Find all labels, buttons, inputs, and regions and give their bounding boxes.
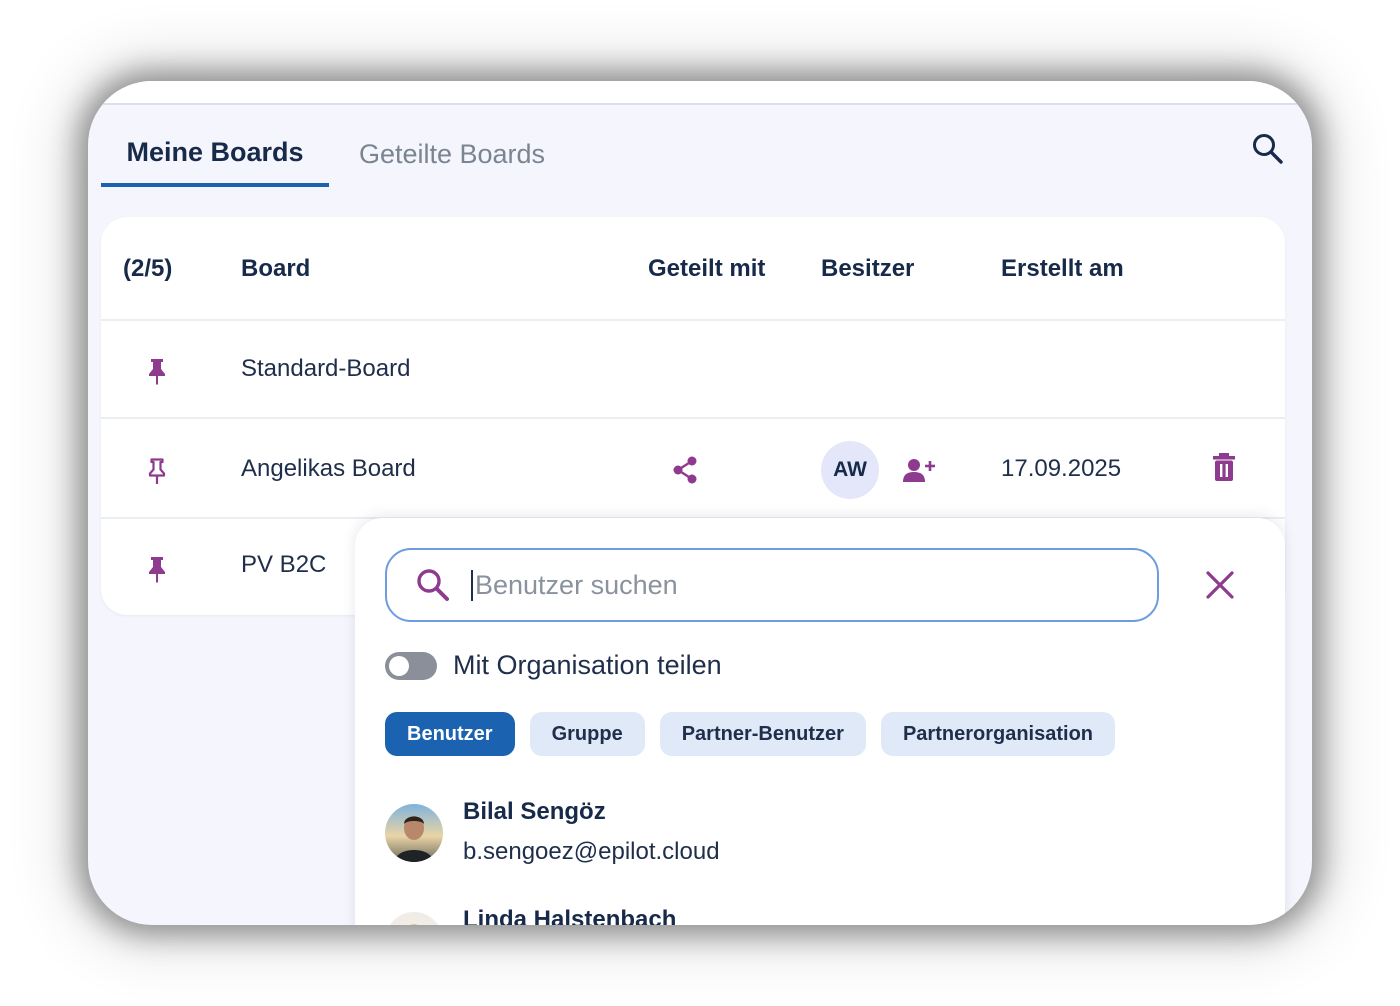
avatar: [385, 804, 443, 862]
user-name: Linda Halstenbach: [463, 906, 677, 925]
column-shared-with: Geteilt mit: [648, 255, 766, 282]
board-name[interactable]: Standard-Board: [241, 355, 410, 383]
board-name[interactable]: PV B2C: [241, 551, 326, 579]
share-with-org-toggle[interactable]: [385, 651, 437, 680]
list-item[interactable]: Bilal Sengöz b.sengoez@epilot.cloud: [385, 798, 720, 866]
owner-avatar: AW: [821, 441, 879, 499]
column-created: Erstellt am: [1001, 255, 1124, 282]
tab-meine-boards[interactable]: Meine Boards: [101, 121, 329, 187]
user-email: b.sengoez@epilot.cloud: [463, 838, 720, 865]
filter-gruppe[interactable]: Gruppe: [529, 712, 645, 756]
filter-partner-benutzer[interactable]: Partner-Benutzer: [659, 712, 866, 756]
board-name[interactable]: Angelikas Board: [241, 455, 416, 483]
app-window: Meine Boards Geteilte Boards (2/5) Board…: [88, 81, 1312, 925]
share-popover: Mit Organisation teilen Benutzer Gruppe …: [355, 518, 1285, 925]
filter-benutzer[interactable]: Benutzer: [385, 712, 515, 756]
column-owner: Besitzer: [821, 255, 915, 282]
table-row[interactable]: Angelikas Board AW 17.09.2025: [101, 421, 1285, 519]
pin-filled-icon[interactable]: [147, 555, 167, 583]
board-tabs: Meine Boards Geteilte Boards: [101, 121, 575, 187]
created-date: 17.09.2025: [1001, 455, 1122, 482]
user-search-box[interactable]: [385, 548, 1159, 622]
table-row[interactable]: Standard-Board: [101, 321, 1285, 419]
search-icon[interactable]: [1250, 131, 1286, 167]
trash-icon[interactable]: [1213, 453, 1235, 481]
filter-partnerorganisation[interactable]: Partnerorganisation: [880, 712, 1116, 756]
share-with-org-label: Mit Organisation teilen: [453, 650, 722, 680]
share-icon[interactable]: [671, 455, 699, 485]
top-divider: [88, 103, 1312, 105]
column-board: Board: [241, 255, 311, 282]
table-header: (2/5) Board Geteilt mit Besitzer Erstell…: [101, 217, 1285, 321]
avatar: [385, 912, 443, 925]
board-count: (2/5): [123, 255, 173, 282]
pin-filled-icon[interactable]: [147, 357, 167, 385]
user-name: Bilal Sengöz: [463, 798, 606, 825]
search-icon: [417, 569, 449, 601]
list-item[interactable]: Linda Halstenbach: [385, 906, 676, 925]
add-user-icon[interactable]: [903, 457, 935, 483]
user-search-input[interactable]: [471, 569, 1111, 601]
share-type-filters: Benutzer Gruppe Partner-Benutzer Partner…: [385, 712, 1116, 756]
tab-geteilte-boards[interactable]: Geteilte Boards: [329, 121, 575, 187]
share-with-org-row: Mit Organisation teilen: [385, 650, 722, 681]
pin-outline-icon[interactable]: [147, 457, 167, 485]
top-strip: [88, 81, 1312, 103]
close-icon[interactable]: [1205, 570, 1235, 600]
